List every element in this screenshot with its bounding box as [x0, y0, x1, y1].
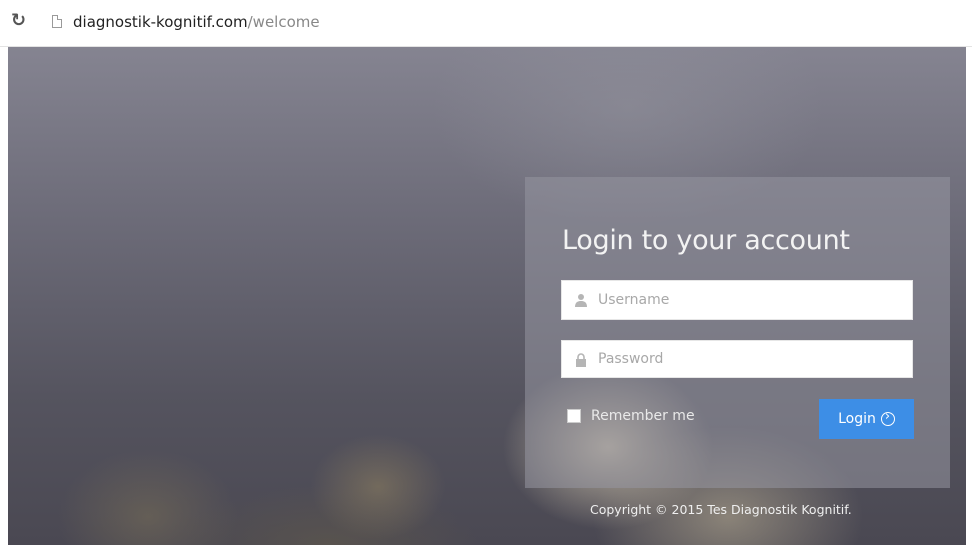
login-title: Login to your account — [562, 225, 850, 256]
address-bar[interactable]: diagnostik-kognitif.com/welcome — [73, 14, 320, 30]
page-background: Login to your account Remember me Login … — [8, 47, 966, 545]
remember-me[interactable]: Remember me — [567, 408, 695, 424]
login-button[interactable]: Login — [819, 399, 914, 439]
copyright-text: Copyright © 2015 Tes Diagnostik Kognitif… — [590, 502, 852, 517]
remember-label: Remember me — [591, 408, 695, 424]
lock-icon — [576, 353, 586, 367]
url-path: /welcome — [247, 13, 320, 31]
remember-checkbox[interactable] — [567, 409, 581, 423]
login-button-label: Login — [838, 411, 876, 427]
url-domain: diagnostik-kognitif.com — [73, 13, 248, 31]
password-field[interactable] — [561, 340, 913, 378]
reload-icon[interactable]: ↻ — [11, 12, 29, 30]
user-icon — [575, 294, 587, 307]
username-field[interactable] — [561, 280, 913, 320]
arrow-circle-right-icon — [880, 409, 895, 426]
username-input[interactable] — [598, 281, 898, 319]
password-input[interactable] — [598, 341, 898, 377]
browser-toolbar: ↻ diagnostik-kognitif.com/welcome — [0, 0, 972, 47]
login-panel: Login to your account Remember me Login — [525, 177, 950, 488]
page-icon — [52, 15, 62, 28]
